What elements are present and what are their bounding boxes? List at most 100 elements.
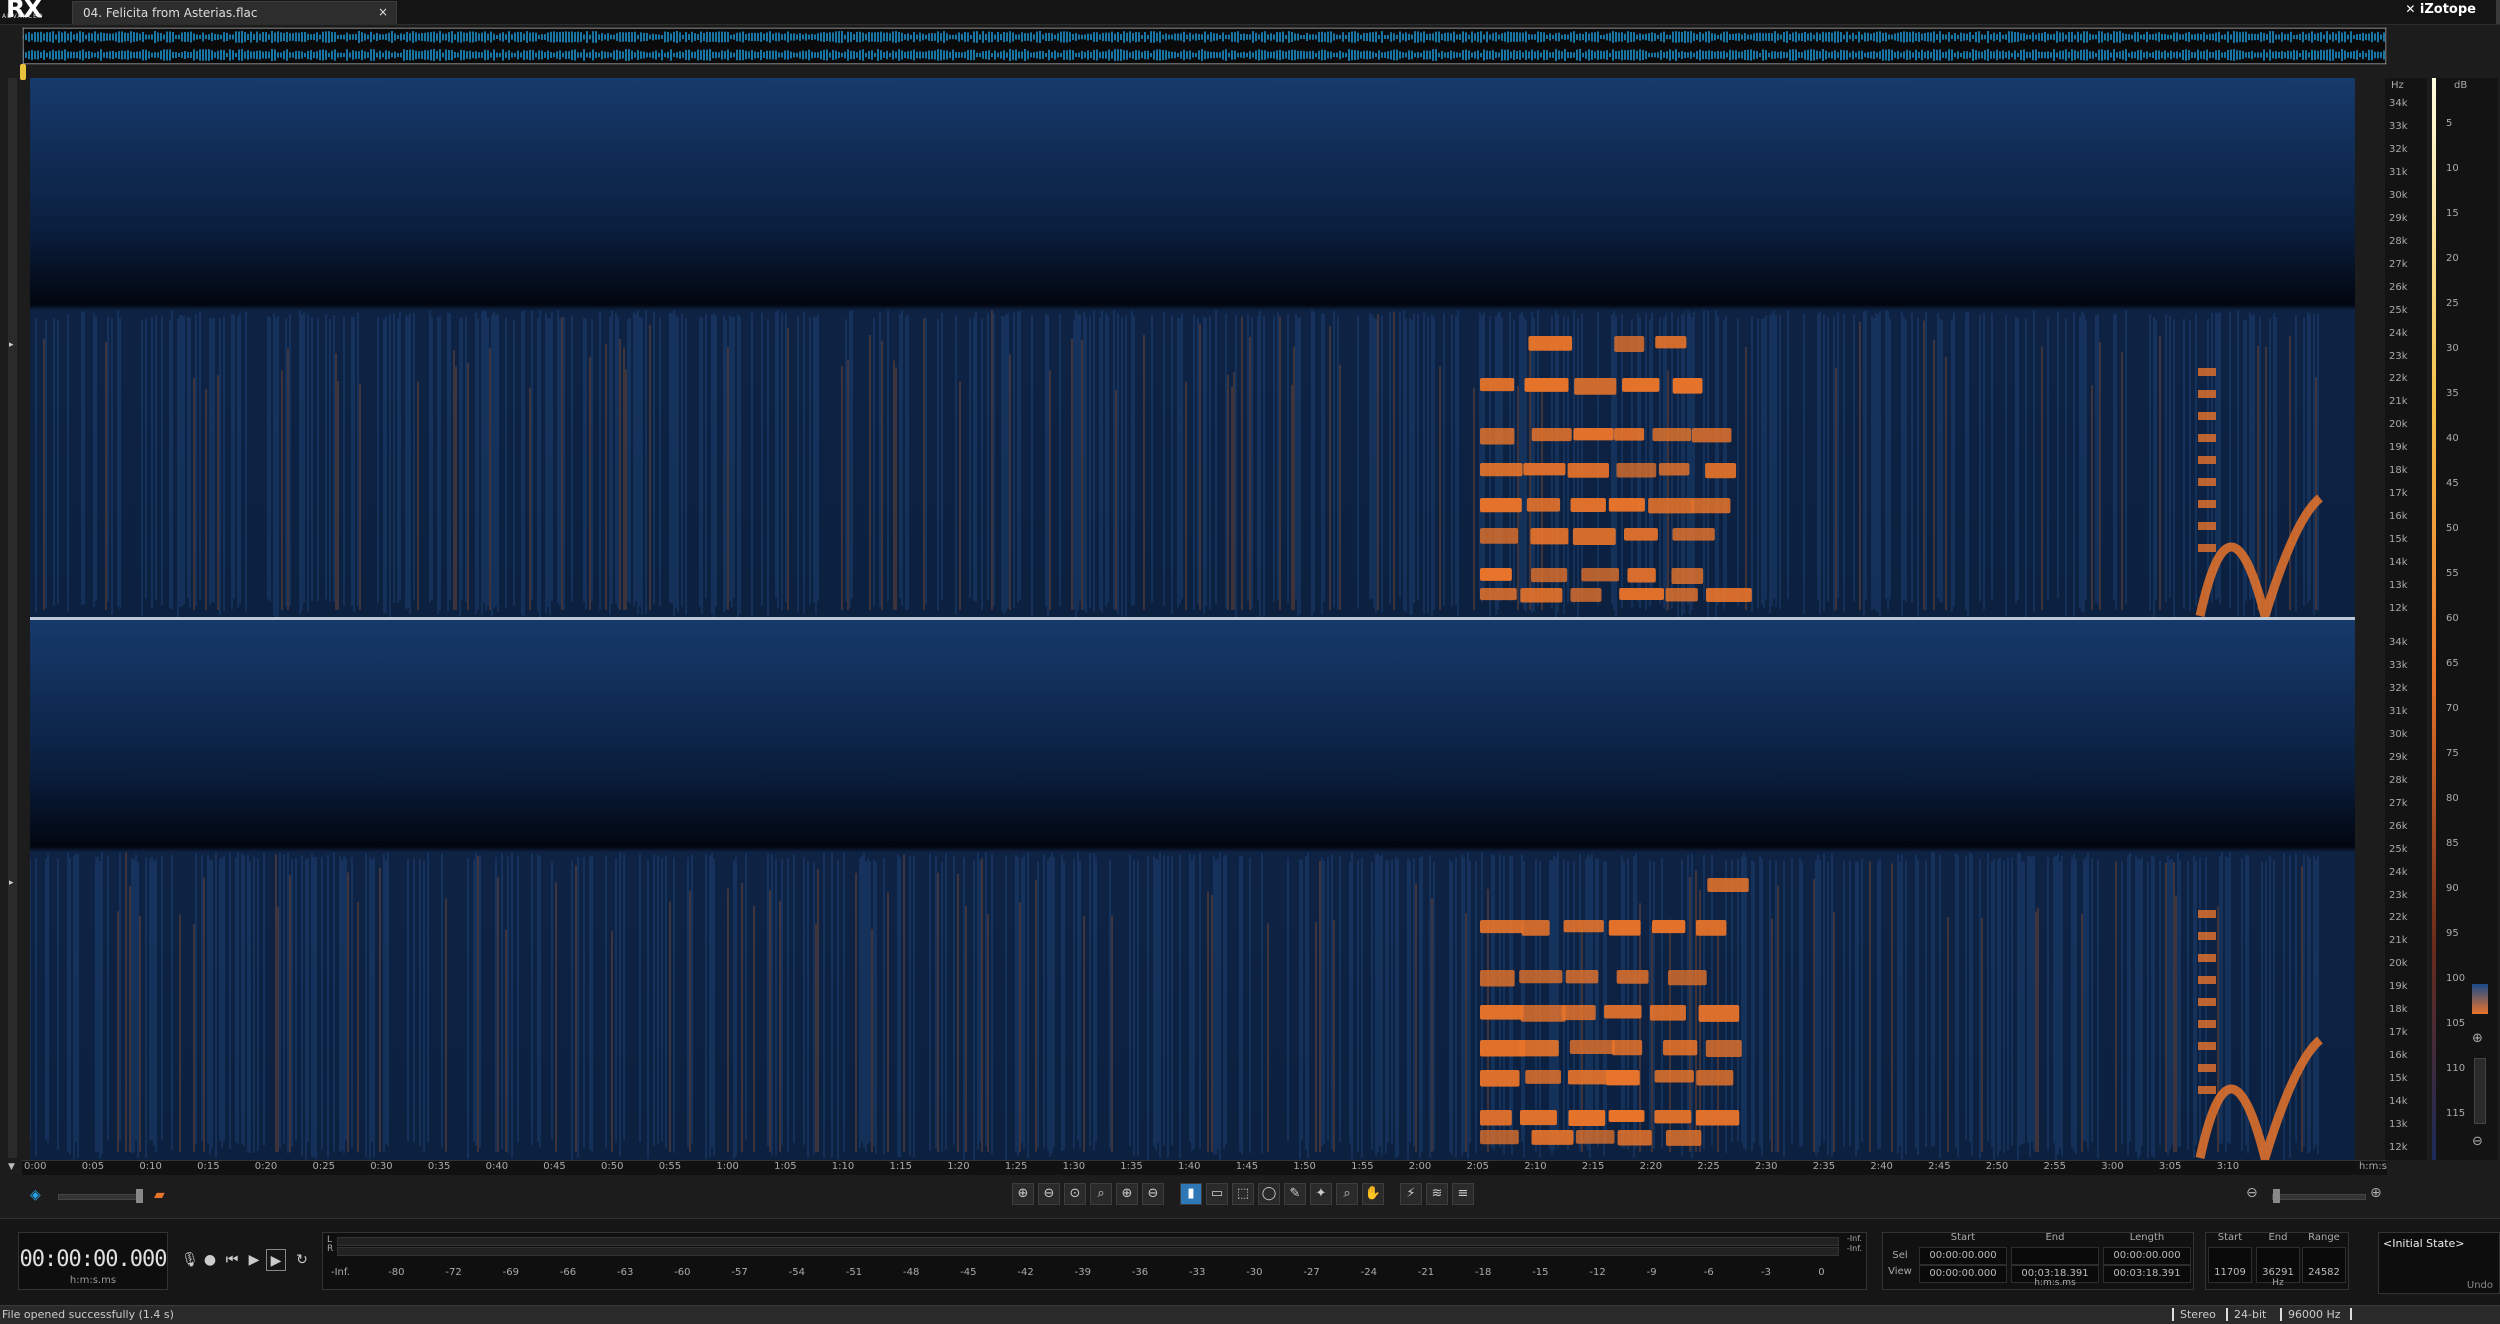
sel-end-field[interactable] (2011, 1247, 2099, 1265)
zoom-time-slider-handle[interactable] (2273, 1189, 2280, 1203)
play-button[interactable]: ▶ (244, 1249, 264, 1271)
zoom-out-time-icon[interactable]: ⊖ (1038, 1183, 1060, 1205)
app-logo: RX ADVANCED (0, 0, 64, 24)
meter-peak-left: -Inf. (1846, 1234, 1862, 1243)
magic-wand-icon[interactable]: ✦ (1310, 1183, 1332, 1205)
zoom-selection-icon[interactable]: ⌕ (1090, 1183, 1112, 1205)
time-ruler[interactable]: 0:00 0:05 0:10 0:15 0:20 0:25 0:30 0:35 0:40 0:45… (22, 1160, 2387, 1175)
zoom-time-slider[interactable] (2272, 1189, 2366, 1203)
status-sample-rate: 96000 Hz (2280, 1308, 2341, 1321)
bottom-hz-tick: 26k (2389, 820, 2408, 832)
selection-info-panel: Start End Length Sel View 00:00:00.000 0… (1882, 1232, 2194, 1290)
bottom-hz-tick: 21k (2389, 935, 2408, 947)
go-to-start-button[interactable]: ⏮ (222, 1249, 242, 1271)
time-tick: 1:40 (1178, 1161, 1201, 1172)
meter-tick: -15 (1532, 1267, 1549, 1278)
meter-tick: -45 (960, 1267, 977, 1278)
top-hz-tick: 34k (2389, 98, 2408, 109)
zoom-fit-icon[interactable]: ⊙ (1064, 1183, 1086, 1205)
play-selection-button[interactable]: ▶ (266, 1249, 286, 1271)
time-selection-icon[interactable]: ▮ (1180, 1183, 1202, 1205)
title-bar: RX ADVANCED 04. Felicita from Asterias.f… (0, 0, 2500, 25)
spectrogram-view[interactable] (30, 78, 2355, 1160)
time-tick: 1:45 (1235, 1161, 1259, 1172)
zoom-tool-icon[interactable]: ⌕ (1336, 1183, 1358, 1205)
db-tick: 70 (2446, 703, 2459, 714)
top-hz-tick: 22k (2389, 373, 2408, 385)
db-tick: 95 (2446, 928, 2459, 939)
close-tab-icon[interactable]: × (378, 5, 388, 19)
brush-icon[interactable]: ✎ (1284, 1183, 1306, 1205)
top-hz-tick: 29k (2389, 212, 2408, 224)
channel-right-arrow-icon[interactable]: ▸ (9, 878, 14, 888)
db-zoom-in-icon[interactable]: ⊕ (2472, 1031, 2483, 1046)
opacity-slider-handle[interactable] (136, 1189, 143, 1203)
instant-process-icon[interactable]: ⚡ (1400, 1183, 1422, 1205)
channel-left-arrow-icon[interactable]: ▸ (9, 340, 14, 350)
right-ticks-sweep (2198, 910, 2216, 1094)
db-tick: 5 (2446, 118, 2453, 129)
spectrogram-view-icon[interactable]: ▰ (154, 1187, 165, 1203)
logo-subtext: ADVANCED (2, 13, 44, 20)
view-menu-arrow-icon[interactable]: ▼ (8, 1162, 15, 1172)
time-tick: 2:00 (1408, 1161, 1432, 1172)
lasso-icon[interactable]: ◯ (1258, 1183, 1280, 1205)
db-range-slider[interactable] (2474, 1058, 2486, 1124)
top-hz-tick: 28k (2389, 235, 2408, 247)
meter-tick: -60 (674, 1267, 691, 1278)
frequency-scale[interactable]: Hz 34k 33k 32k 31k 30k 29k 28k 27k 26k 25k 24k 23k 2… (2385, 78, 2427, 1160)
top-hz-tick: 20k (2389, 419, 2408, 431)
undo-history-panel: <Initial State> Undo (2378, 1232, 2500, 1294)
sel-start-field[interactable]: 00:00:00.000 (1919, 1247, 2007, 1265)
colormap-icon[interactable] (2472, 984, 2488, 1014)
zoom-in-time-icon[interactable]: ⊕ (1012, 1183, 1034, 1205)
top-hz-tick: 12k (2389, 603, 2408, 614)
meter-tick: -39 (1074, 1267, 1091, 1278)
db-tick: 15 (2446, 208, 2459, 219)
bottom-hz-tick: 15k (2389, 1073, 2408, 1085)
undo-history-item[interactable]: <Initial State> (2383, 1237, 2465, 1250)
window-handle[interactable] (2496, 0, 2500, 24)
overview-wave-left (23, 31, 2385, 43)
record-button[interactable]: ● (200, 1249, 220, 1271)
meter-tick: -33 (1189, 1267, 1206, 1278)
time-freq-selection-icon[interactable]: ⬚ (1232, 1183, 1254, 1205)
spectrum-list-icon[interactable]: ≡ (1452, 1183, 1474, 1205)
bottom-hz-tick: 24k (2389, 866, 2408, 878)
time-tick: 2:10 (1524, 1161, 1547, 1172)
time-tick: 1:30 (1062, 1161, 1086, 1172)
time-tick: 2:45 (1928, 1161, 1951, 1172)
waveform-overview[interactable] (22, 27, 2387, 65)
status-bar: File opened successfully (1.4 s) Stereo … (0, 1305, 2500, 1324)
db-tick: 30 (2446, 343, 2459, 354)
playhead-marker[interactable] (20, 64, 26, 80)
db-tick: 25 (2446, 298, 2459, 309)
status-bit-depth: 24-bit (2226, 1308, 2266, 1321)
time-tick: 1:00 (716, 1161, 739, 1172)
harmonic-select-icon[interactable]: ≋ (1426, 1183, 1448, 1205)
db-tick: 115 (2446, 1108, 2466, 1119)
zoom-in-time-icon[interactable]: ⊕ (2370, 1185, 2382, 1201)
time-tick: 0:35 (427, 1161, 451, 1172)
sel-length-field[interactable]: 00:00:00.000 (2103, 1247, 2191, 1265)
opacity-slider[interactable] (58, 1189, 143, 1203)
bottom-hz-tick: 17k (2389, 1027, 2408, 1039)
zoom-in-freq-icon[interactable]: ⊕ (1116, 1183, 1138, 1205)
timecode-unit: h:m:s.ms (69, 1275, 117, 1286)
zoom-out-time-icon[interactable]: ⊖ (2246, 1185, 2258, 1201)
file-tab[interactable]: 04. Felicita from Asterias.flac × (72, 1, 397, 24)
time-tick: 0:00 (24, 1161, 47, 1172)
zoom-out-freq-icon[interactable]: ⊖ (1142, 1183, 1164, 1205)
hand-tool-icon[interactable]: ✋ (1362, 1183, 1384, 1205)
loop-button[interactable]: ↻ (292, 1249, 312, 1271)
freq-selection-icon[interactable]: ▭ (1206, 1183, 1228, 1205)
bottom-hz-tick: 30k (2389, 728, 2408, 740)
db-zoom-out-icon[interactable]: ⊖ (2472, 1134, 2483, 1149)
timecode-display[interactable]: 00:00:00.000 h:m:s.ms (18, 1232, 168, 1290)
bottom-hz-tick: 18k (2389, 1004, 2408, 1016)
bottom-hz-tick: 19k (2389, 981, 2408, 993)
waveform-view-icon[interactable]: ◈ (30, 1187, 41, 1203)
record-monitor-icon[interactable]: 🎙 (180, 1249, 200, 1271)
db-color-scale[interactable]: dB 5 10 15 20 25 30 35 40 45 50 55 60 65 70 75 80 85 90 95… (2432, 78, 2498, 1160)
channel-divider[interactable] (30, 617, 2355, 620)
